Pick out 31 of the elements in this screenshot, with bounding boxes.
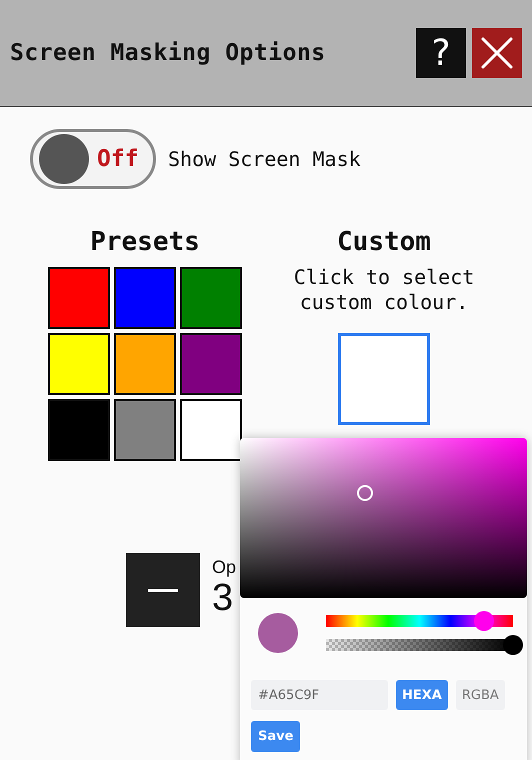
save-button[interactable]: Save	[251, 721, 300, 752]
hex-input-field[interactable]: #A65C9F	[251, 680, 388, 710]
window-title: Screen Masking Options	[10, 40, 327, 66]
hue-thumb[interactable]	[474, 611, 494, 631]
color-swatch[interactable]	[180, 399, 242, 461]
color-swatch[interactable]	[48, 267, 110, 329]
custom-color-swatch[interactable]	[338, 333, 430, 425]
color-swatch[interactable]	[180, 267, 242, 329]
saturation-pointer[interactable]	[357, 485, 373, 501]
color-preview	[258, 613, 298, 653]
format-button[interactable]: HEXA	[396, 680, 448, 710]
presets-heading: Presets	[90, 227, 200, 257]
help-button[interactable]: ?	[416, 28, 466, 78]
color-swatch[interactable]	[114, 267, 176, 329]
color-swatch[interactable]	[114, 399, 176, 461]
color-swatch[interactable]	[48, 399, 110, 461]
alpha-thumb[interactable]	[503, 635, 523, 655]
color-swatch[interactable]	[180, 333, 242, 395]
custom-hint: Click to select custom colour.	[292, 265, 476, 315]
toggle-label: Show Screen Mask	[168, 147, 361, 171]
opacity-label: Op	[212, 557, 236, 578]
color-swatch[interactable]	[48, 333, 110, 395]
mask-toggle[interactable]: Off	[30, 129, 156, 189]
saturation-area[interactable]	[240, 438, 527, 598]
color-swatch[interactable]	[114, 333, 176, 395]
minus-icon	[148, 588, 178, 592]
format-button[interactable]: RGBA	[456, 680, 505, 710]
close-button[interactable]	[472, 28, 522, 78]
close-icon	[480, 36, 514, 70]
opacity-value: 3	[212, 578, 234, 618]
custom-heading: Custom	[337, 227, 431, 257]
